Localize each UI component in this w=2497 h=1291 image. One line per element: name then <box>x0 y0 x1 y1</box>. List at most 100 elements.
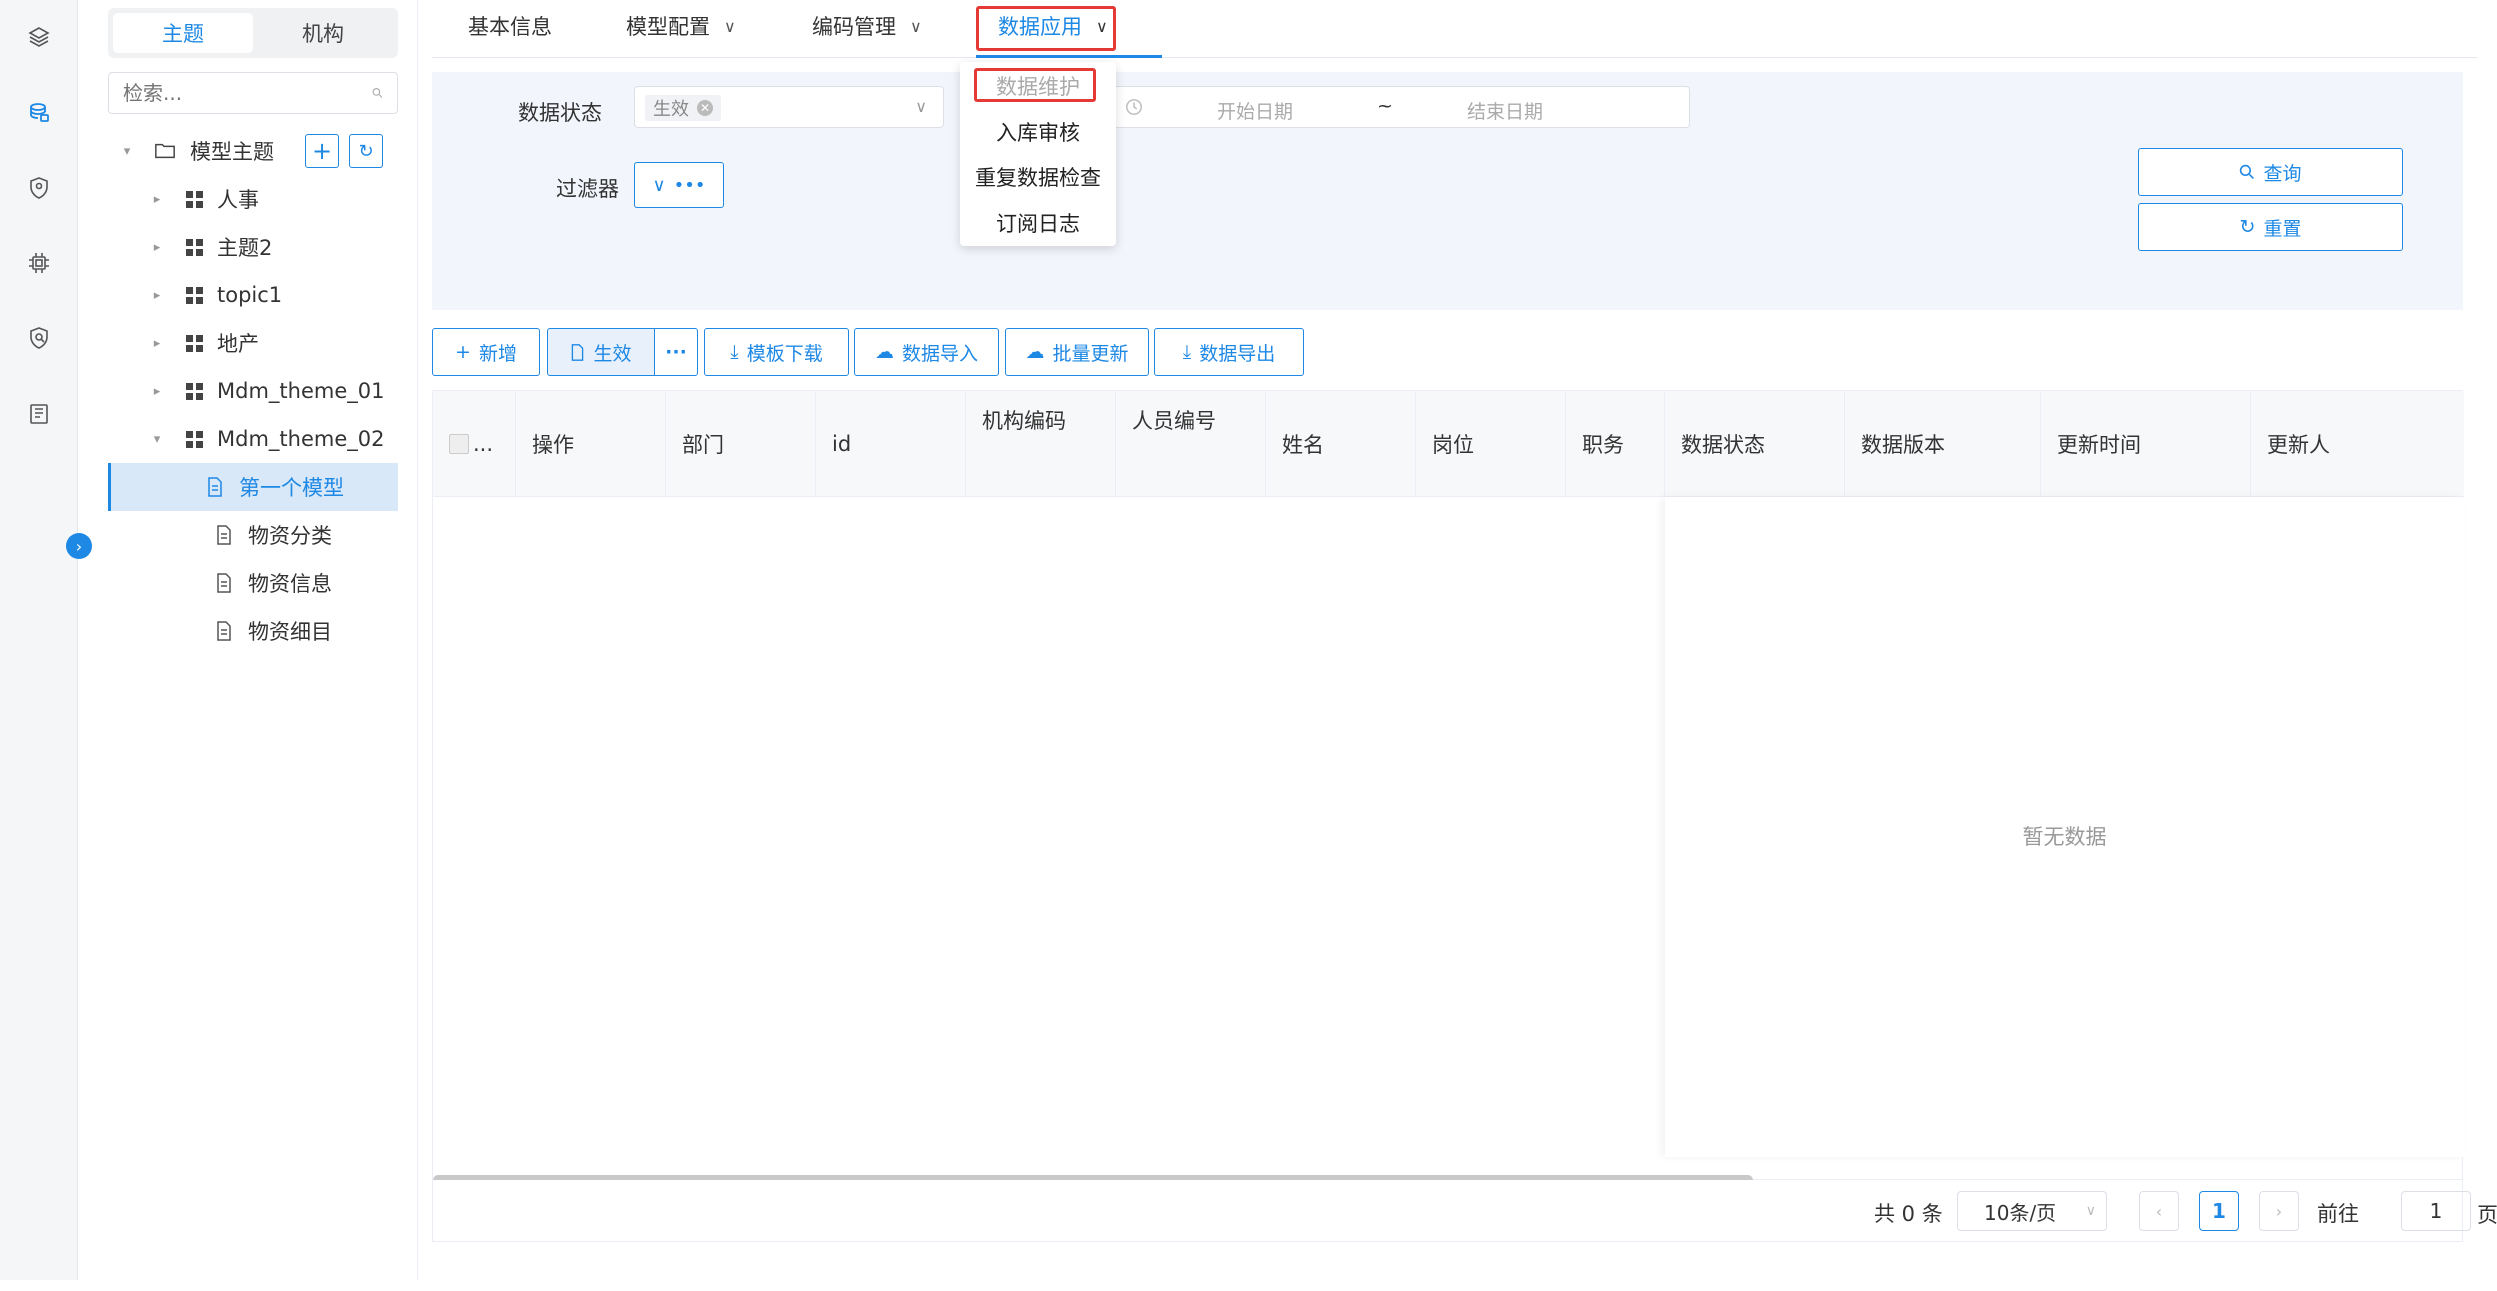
tab-theme[interactable]: 主题 <box>113 13 253 53</box>
tree-child-selected[interactable]: 第一个模型 <box>108 463 398 511</box>
menu-item-storage-review[interactable]: 入库审核 <box>960 113 1116 151</box>
data-export-button[interactable]: ⤓ 数据导出 <box>1154 328 1304 376</box>
tab-model-config[interactable]: 模型配置 ∨ <box>626 8 736 44</box>
tree-item-label: 人事 <box>217 188 259 212</box>
current-page[interactable]: 1 <box>2199 1191 2239 1231</box>
cloud-upload-icon: ☁ <box>1025 341 1045 363</box>
tree-child-label: 物资信息 <box>248 572 332 596</box>
chip-icon[interactable] <box>24 248 54 278</box>
tree-child-label: 物资细目 <box>248 620 332 644</box>
column-header[interactable]: 数据状态 <box>1665 391 1845 497</box>
database-icon[interactable] <box>24 98 54 128</box>
tab-data-app[interactable]: 数据应用 ∨ <box>998 8 1108 44</box>
menu-item-data-maintenance[interactable]: 数据维护 <box>960 67 1116 105</box>
column-header[interactable]: 职务 <box>1566 391 1665 497</box>
download-icon: ⤓ <box>730 341 739 363</box>
chevron-down-icon: ∨ <box>1096 16 1108 36</box>
caret-down-icon[interactable]: ▾ <box>150 432 164 447</box>
layers-icon[interactable] <box>24 22 54 52</box>
more-icon: ••• <box>673 174 706 196</box>
effective-button[interactable]: 生效 <box>547 328 655 376</box>
top-tabs: 基本信息 模型配置 ∨ 编码管理 ∨ 数据应用 ∨ <box>432 0 2477 58</box>
goto-suffix: 页 <box>2477 1203 2497 1227</box>
close-icon[interactable]: ✕ <box>697 100 713 116</box>
document-icon <box>217 621 231 641</box>
start-date-input[interactable]: 开始日期 <box>1217 97 1293 124</box>
column-header[interactable]: 部门 <box>666 391 816 497</box>
tab-label: 基本信息 <box>468 15 552 39</box>
query-button[interactable]: 查询 <box>2138 148 2403 196</box>
export-label: 数据导出 <box>1199 342 1276 365</box>
tab-label: 编码管理 <box>812 15 896 39</box>
chevron-right-icon[interactable]: › <box>66 533 92 559</box>
column-header[interactable]: 更新人 <box>2251 391 2464 497</box>
prev-page-button[interactable]: ‹ <box>2139 1191 2179 1231</box>
column-header[interactable]: 人员编号 <box>1116 391 1266 497</box>
reset-label: 重置 <box>2263 217 2302 240</box>
data-app-dropdown: 数据维护 入库审核 重复数据检查 订阅日志 <box>960 62 1116 246</box>
select-all-checkbox[interactable] <box>449 434 469 454</box>
security-icon[interactable] <box>24 323 54 353</box>
batch-label: 批量更新 <box>1052 342 1129 365</box>
template-label: 模板下载 <box>746 342 823 365</box>
tree-search <box>108 72 398 114</box>
add-button[interactable]: + 新增 <box>432 328 540 376</box>
total-count: 共 0 条 <box>1874 1202 1943 1226</box>
chevron-down-icon: ∨ <box>2085 1203 2096 1219</box>
batch-update-button[interactable]: ☁ 批量更新 <box>1005 328 1149 376</box>
menu-item-duplicate-check[interactable]: 重复数据检查 <box>960 158 1116 196</box>
caret-right-icon[interactable]: ▸ <box>150 336 164 351</box>
status-select[interactable]: 生效 ✕ ∨ <box>634 86 944 128</box>
column-header[interactable]: 岗位 <box>1416 391 1566 497</box>
search-icon <box>2240 164 2255 179</box>
add-theme-button[interactable]: + <box>305 134 339 168</box>
empty-state: 暂无数据 <box>2022 825 2107 849</box>
next-page-button[interactable]: › <box>2259 1191 2299 1231</box>
goto-page-input[interactable]: 1 <box>2401 1191 2471 1231</box>
reset-button[interactable]: ↻ 重置 <box>2138 203 2403 251</box>
caret-right-icon[interactable]: ▸ <box>150 384 164 399</box>
page-size-select[interactable]: 10条/页 ∨ <box>1957 1191 2107 1231</box>
caret-down-icon[interactable]: ▾ <box>120 144 134 159</box>
document-icon <box>217 573 231 593</box>
search-input[interactable] <box>123 81 372 105</box>
column-header[interactable]: 操作 <box>516 391 666 497</box>
column-header[interactable]: 更新时间 <box>2041 391 2251 497</box>
tree-root[interactable]: ▾ 模型主题 <box>120 127 440 175</box>
plus-icon: + <box>455 341 471 363</box>
pagination: 共 0 条 10条/页 ∨ ‹ 1 › 前往 1 <box>432 1180 2471 1242</box>
menu-item-subscription-log[interactable]: 订阅日志 <box>960 204 1116 242</box>
document-list-icon[interactable] <box>24 399 54 429</box>
folder-icon <box>155 143 175 159</box>
column-header[interactable]: id <box>816 391 966 497</box>
data-import-button[interactable]: ☁ 数据导入 <box>854 328 999 376</box>
more-actions-button[interactable]: ··· <box>654 328 698 376</box>
chevron-down-icon: ∨ <box>910 16 922 36</box>
shield-location-icon[interactable] <box>24 173 54 203</box>
tab-org[interactable]: 机构 <box>253 13 393 53</box>
tree-root-label: 模型主题 <box>190 140 274 164</box>
tab-basic-info[interactable]: 基本信息 <box>468 8 552 44</box>
refresh-icon: ↻ <box>2239 216 2256 238</box>
status-label: 数据状态 <box>518 101 602 125</box>
column-header[interactable]: 数据版本 <box>1845 391 2041 497</box>
column-header[interactable]: 机构编码 <box>966 391 1116 497</box>
caret-right-icon[interactable]: ▸ <box>150 288 164 303</box>
caret-right-icon[interactable]: ▸ <box>150 240 164 255</box>
template-download-button[interactable]: ⤓ 模板下载 <box>704 328 849 376</box>
document-icon <box>572 343 584 361</box>
grid-icon <box>186 190 203 208</box>
column-header[interactable]: 姓名 <box>1266 391 1416 497</box>
end-date-input[interactable]: 结束日期 <box>1467 97 1543 124</box>
chevron-down-icon: ∨ <box>652 174 666 196</box>
caret-right-icon[interactable]: ▸ <box>150 192 164 207</box>
filter-button[interactable]: ∨ ••• <box>634 162 724 208</box>
date-range-picker[interactable]: 开始日期 ~ 结束日期 <box>1112 86 1690 128</box>
grid-icon <box>186 382 203 400</box>
tree-item-label: topic1 <box>217 283 283 307</box>
select-all-column: ... <box>433 391 516 497</box>
search-icon[interactable] <box>372 84 383 102</box>
page-size-value: 10条/页 <box>1984 1200 2057 1225</box>
tab-code-mgmt[interactable]: 编码管理 ∨ <box>812 8 922 44</box>
refresh-icon[interactable]: ↻ <box>349 134 383 168</box>
